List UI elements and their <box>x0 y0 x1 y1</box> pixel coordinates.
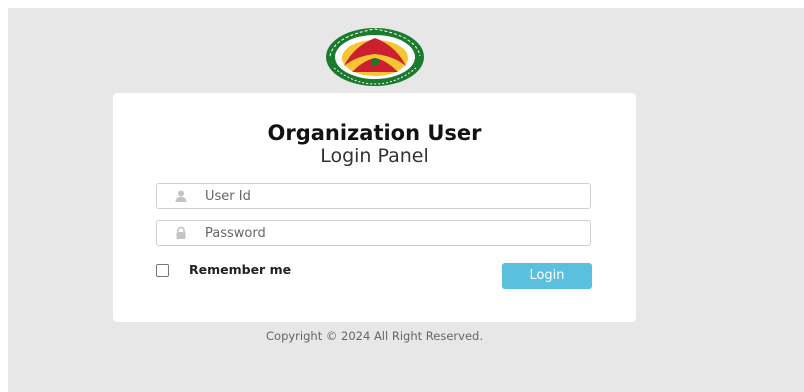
login-button[interactable]: Login <box>502 263 592 289</box>
lock-icon <box>176 226 186 239</box>
seal-icon <box>326 28 424 86</box>
user-id-field[interactable] <box>156 183 591 209</box>
page-title: Organization User <box>267 121 482 145</box>
password-input[interactable] <box>205 221 585 245</box>
user-id-input[interactable] <box>205 184 585 208</box>
user-icon <box>175 190 187 202</box>
copyright-text: Copyright © 2024 All Right Reserved. <box>266 329 483 343</box>
password-field[interactable] <box>156 220 591 246</box>
page-subtitle: Login Panel <box>320 145 429 167</box>
organization-logo <box>324 26 426 88</box>
login-card: Organization User Login Panel Remember m… <box>113 93 636 322</box>
remember-me-checkbox[interactable] <box>156 264 169 277</box>
remember-me-label[interactable]: Remember me <box>189 262 291 277</box>
